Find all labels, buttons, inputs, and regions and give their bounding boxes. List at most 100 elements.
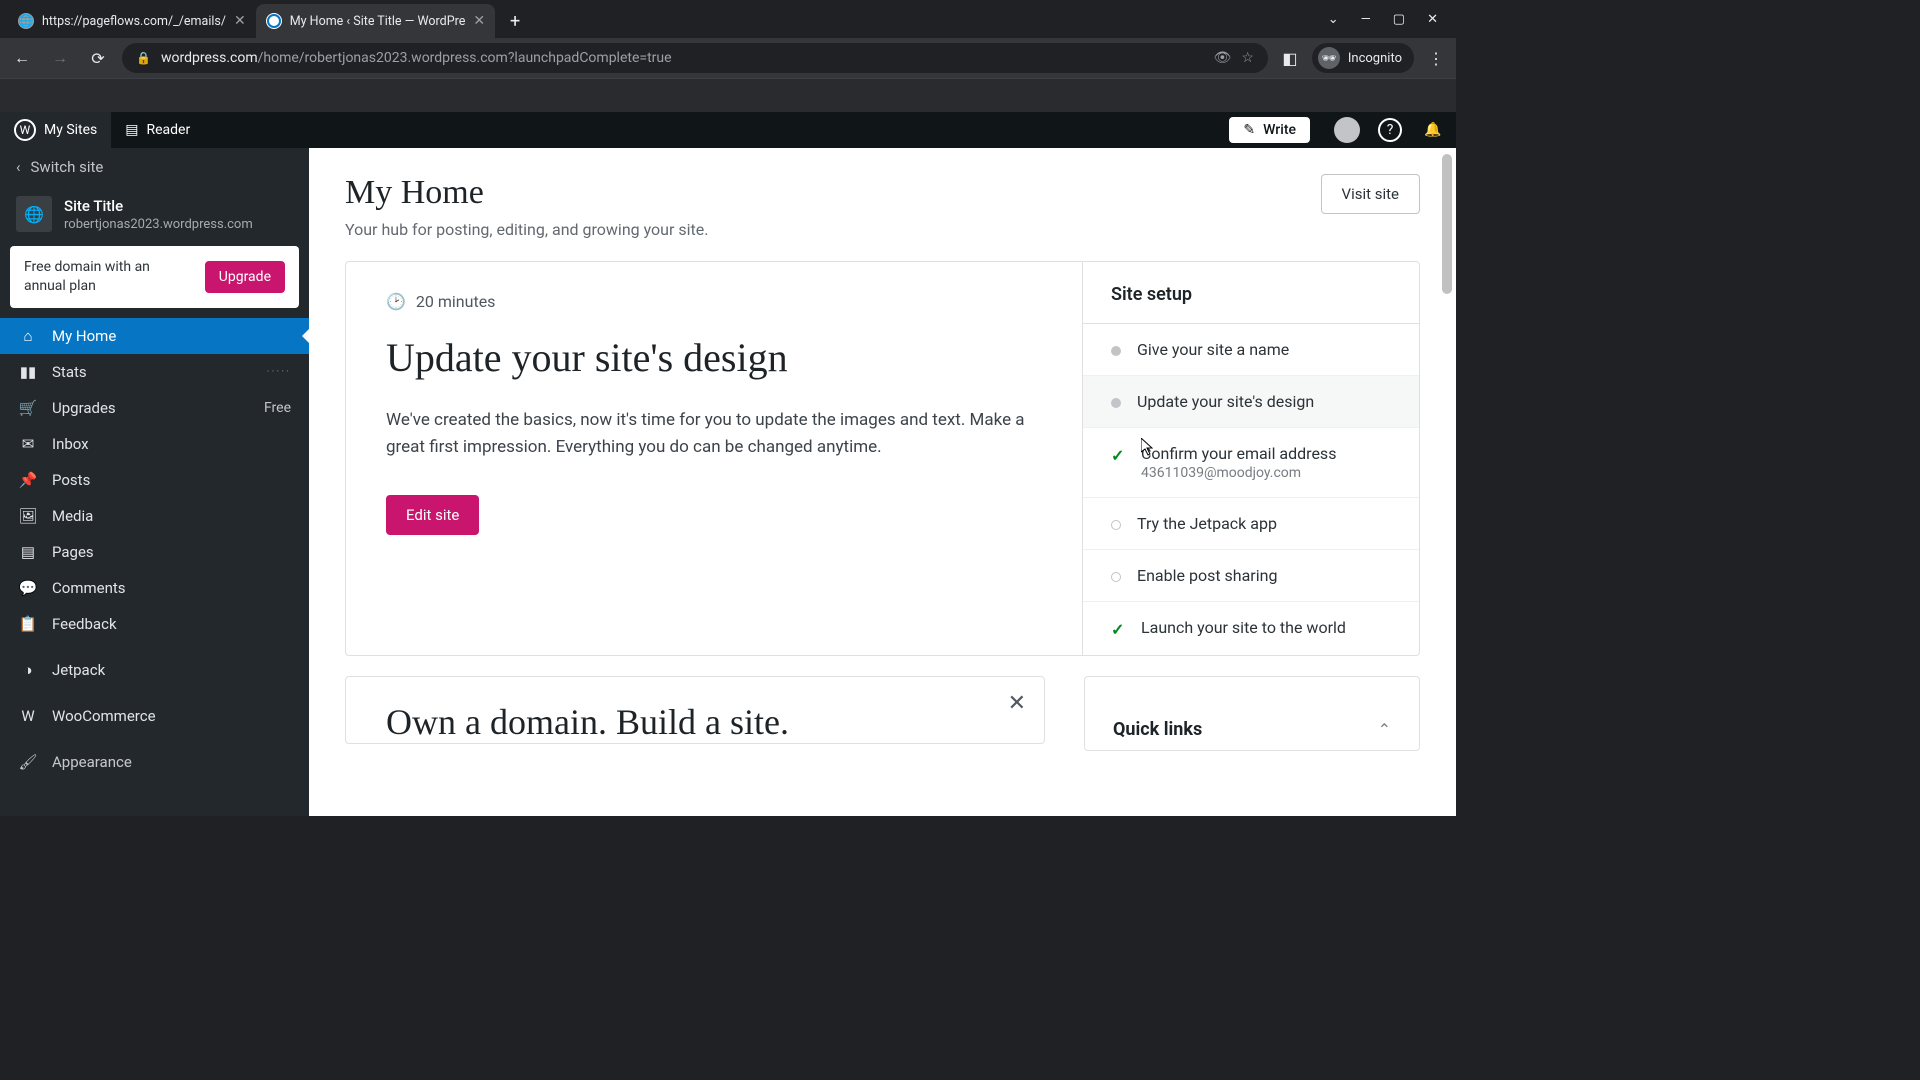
sidebar-item-label: My Home: [52, 327, 116, 345]
address-bar[interactable]: 🔒 wordpress.com/home/robertjonas2023.wor…: [122, 43, 1268, 73]
browser-tab-strip: 🌐 https://pageflows.com/_/emails/ ✕ My H…: [0, 0, 1456, 38]
close-icon[interactable]: ✕: [473, 13, 485, 29]
setup-item-launch[interactable]: ✓ Launch your site to the world: [1083, 602, 1419, 655]
setup-item-sharing[interactable]: Enable post sharing: [1083, 550, 1419, 602]
close-icon[interactable]: ✕: [234, 13, 246, 29]
window-controls: ⌄ — ▢ ✕: [1328, 0, 1456, 38]
new-tab-button[interactable]: +: [501, 7, 529, 35]
my-sites-link[interactable]: W My Sites: [0, 112, 111, 148]
check-icon: ✓: [1111, 620, 1125, 639]
setup-item-label: Enable post sharing: [1137, 566, 1277, 585]
eye-off-icon[interactable]: 👁: [1214, 50, 1232, 66]
stats-icon: ▮▮: [18, 363, 38, 381]
my-sites-label: My Sites: [44, 122, 97, 138]
sidebar-item-label: Stats: [52, 363, 87, 381]
sidebar-item-posts[interactable]: 📌Posts: [0, 462, 309, 498]
sidebar-item-media[interactable]: 🖼 Media: [0, 498, 309, 534]
sidebar-item-label: Inbox: [52, 435, 89, 453]
page-title: My Home: [345, 174, 708, 212]
page-icon: ▤: [18, 543, 38, 561]
setup-item-label: Try the Jetpack app: [1137, 514, 1277, 533]
extensions-icon[interactable]: ◧: [1278, 46, 1302, 70]
cart-icon: 🛒: [18, 399, 38, 417]
task-description: We've created the basics, now it's time …: [386, 407, 1026, 461]
bookmarks-bar: [0, 78, 1456, 112]
forward-button[interactable]: →: [46, 44, 74, 72]
setup-item-jetpack[interactable]: Try the Jetpack app: [1083, 498, 1419, 550]
sidebar: ‹ Switch site 🌐 Site Title robertjonas20…: [0, 148, 309, 816]
setup-item-label: Confirm your email address: [1141, 444, 1336, 463]
upgrade-button[interactable]: Upgrade: [205, 261, 285, 293]
status-circle-icon: [1111, 572, 1121, 582]
jetpack-icon: ◑: [18, 661, 38, 679]
sidebar-item-label: Comments: [52, 579, 126, 597]
task-title: Update your site's design: [386, 335, 1042, 381]
incognito-indicator[interactable]: 🕶 Incognito: [1312, 43, 1414, 73]
setup-item-label: Give your site a name: [1137, 340, 1289, 359]
upgrade-promo: Free domain with an annual plan Upgrade: [10, 246, 299, 308]
loading-dots-icon: ·····: [267, 365, 291, 378]
setup-item-design[interactable]: Update your site's design: [1083, 376, 1419, 428]
setup-item-email[interactable]: ✓Confirm your email address43611039@mood…: [1083, 428, 1419, 498]
close-window-icon[interactable]: ✕: [1427, 12, 1438, 27]
write-button[interactable]: ✎ Write: [1229, 117, 1310, 143]
write-label: Write: [1263, 122, 1296, 138]
site-card[interactable]: 🌐 Site Title robertjonas2023.wordpress.c…: [0, 186, 309, 246]
setup-item-name[interactable]: Give your site a name: [1083, 324, 1419, 376]
sidebar-item-woocommerce[interactable]: W WooCommerce: [0, 698, 309, 734]
sidebar-item-my-home[interactable]: ⌂ My Home: [0, 318, 309, 354]
woo-icon: W: [18, 707, 38, 725]
close-icon[interactable]: ✕: [1008, 691, 1026, 716]
star-icon[interactable]: ☆: [1241, 50, 1254, 66]
quick-links-panel[interactable]: Quick links ⌃: [1084, 676, 1420, 751]
sidebar-item-stats[interactable]: ▮▮ Stats ·····: [0, 354, 309, 390]
media-icon: 🖼: [18, 507, 38, 525]
sidebar-item-feedback[interactable]: 📋Feedback: [0, 606, 309, 642]
back-button[interactable]: ←: [8, 44, 36, 72]
incognito-label: Incognito: [1348, 51, 1402, 66]
sidebar-item-label: WooCommerce: [52, 707, 156, 725]
minimize-icon[interactable]: —: [1361, 12, 1371, 27]
home-icon: ⌂: [18, 327, 38, 345]
status-dot-icon: [1111, 398, 1121, 408]
sidebar-item-jetpack[interactable]: ◑Jetpack: [0, 652, 309, 688]
setup-item-label: Launch your site to the world: [1141, 618, 1346, 637]
reader-icon: ▤: [125, 122, 138, 138]
sidebar-item-pages[interactable]: ▤ Pages: [0, 534, 309, 570]
reload-button[interactable]: ⟳: [84, 44, 112, 72]
sidebar-item-label: Pages: [52, 543, 94, 561]
pen-icon: ✎: [1243, 122, 1255, 138]
maximize-icon[interactable]: ▢: [1393, 12, 1405, 27]
lock-icon: 🔒: [136, 51, 151, 65]
scrollbar[interactable]: [1440, 148, 1454, 816]
chevron-down-icon[interactable]: ⌄: [1328, 12, 1339, 27]
menu-icon[interactable]: ⋮: [1424, 46, 1448, 70]
incognito-icon: 🕶: [1318, 47, 1340, 69]
tab-title: My Home ‹ Site Title — WordPre: [290, 14, 466, 29]
sidebar-item-comments[interactable]: 💬Comments: [0, 570, 309, 606]
help-icon[interactable]: ?: [1378, 118, 1402, 142]
brush-icon: 🖌: [18, 753, 38, 771]
url-text: wordpress.com/home/robertjonas2023.wordp…: [161, 50, 1204, 66]
visit-site-button[interactable]: Visit site: [1321, 174, 1420, 214]
clock-icon: 🕑: [386, 292, 406, 311]
switch-site-link[interactable]: ‹ Switch site: [0, 148, 309, 186]
duration-text: 20 minutes: [416, 292, 496, 311]
sidebar-item-upgrades[interactable]: 🛒UpgradesFree: [0, 390, 309, 426]
check-icon: ✓: [1111, 446, 1125, 465]
bell-icon[interactable]: 🔔: [1418, 115, 1448, 145]
browser-tab[interactable]: 🌐 https://pageflows.com/_/emails/ ✕: [8, 4, 256, 38]
domain-card: ✕ Own a domain. Build a site.: [345, 676, 1045, 744]
reader-link[interactable]: ▤ Reader: [111, 112, 204, 148]
sidebar-item-label: Media: [52, 507, 93, 525]
edit-site-button[interactable]: Edit site: [386, 495, 479, 535]
chevron-left-icon: ‹: [16, 158, 21, 176]
wordpress-logo-icon: W: [14, 119, 36, 141]
sidebar-item-appearance[interactable]: 🖌Appearance: [0, 744, 309, 780]
sidebar-item-inbox[interactable]: ✉Inbox: [0, 426, 309, 462]
promo-text: Free domain with an annual plan: [24, 258, 195, 296]
sidebar-item-label: Upgrades: [52, 399, 116, 417]
site-setup-heading: Site setup: [1083, 262, 1419, 324]
browser-tab[interactable]: My Home ‹ Site Title — WordPre ✕: [256, 4, 495, 38]
avatar[interactable]: [1332, 115, 1362, 145]
